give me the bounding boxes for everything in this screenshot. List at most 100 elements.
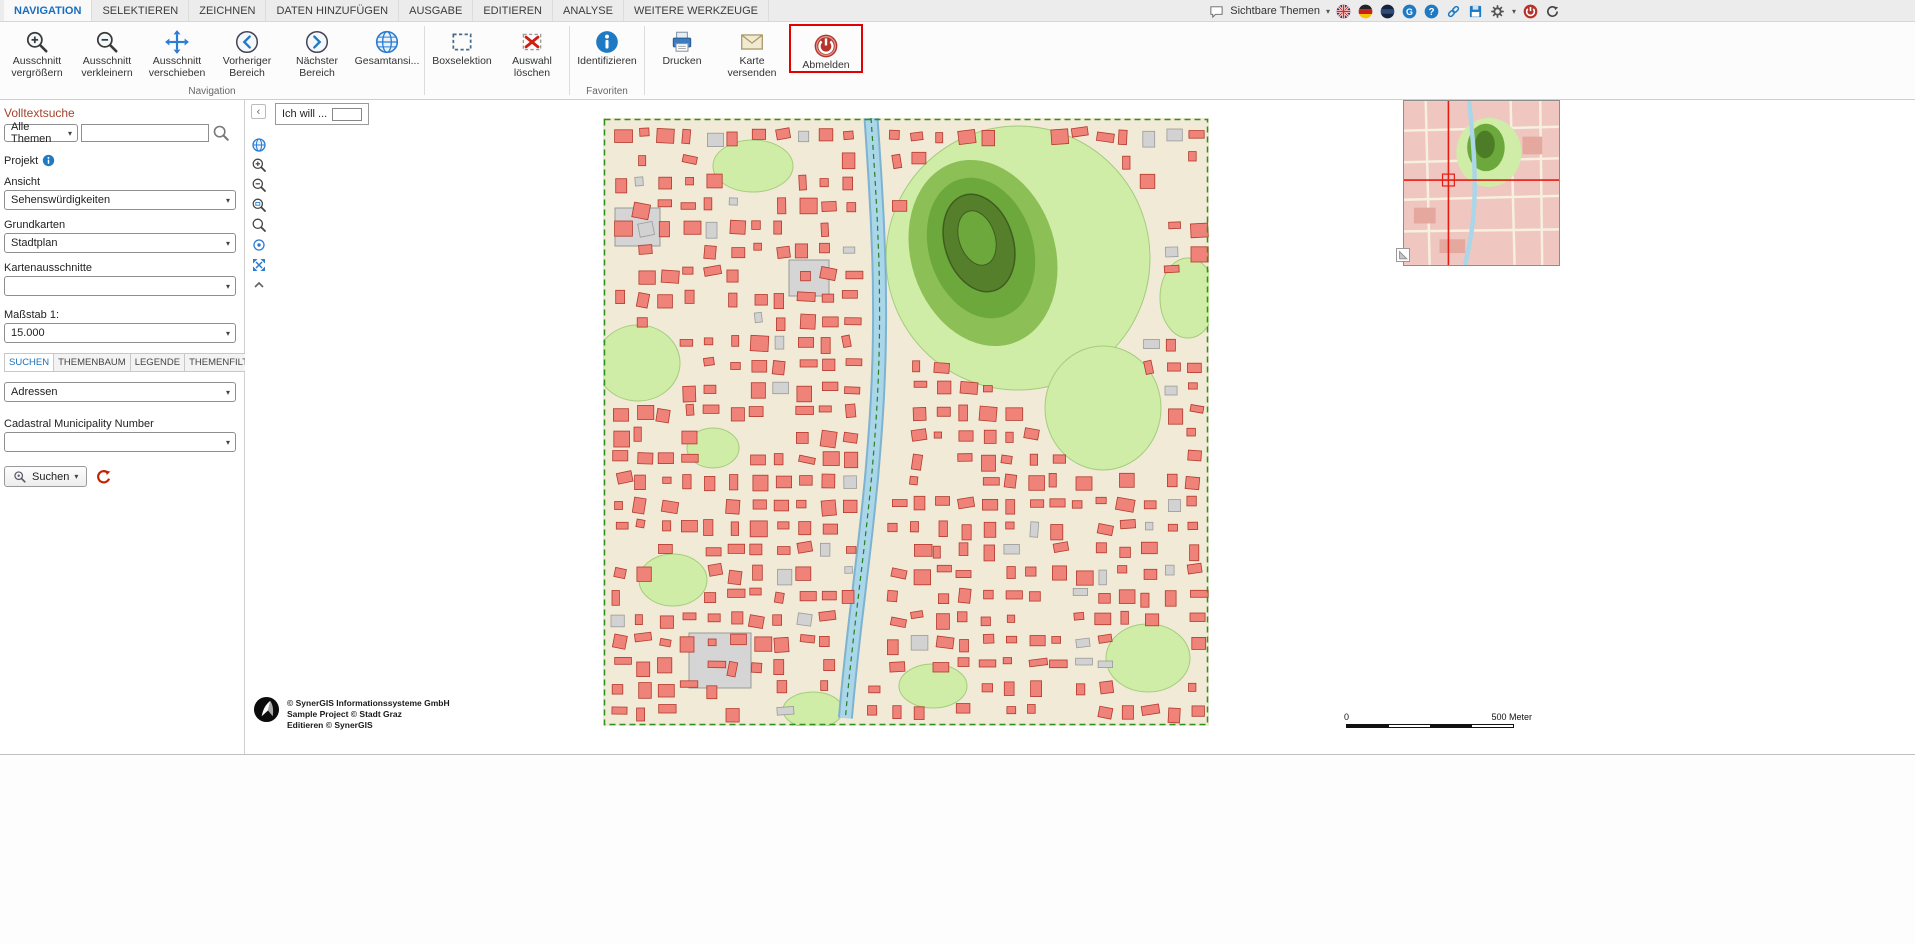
zoom-in-icon[interactable] (250, 156, 268, 174)
zoom-last-icon[interactable] (250, 216, 268, 234)
sidebar-collapse-button[interactable]: ‹ (251, 104, 266, 119)
full-extent-globe-icon[interactable] (250, 136, 268, 154)
logout-button[interactable]: Abmelden (791, 26, 861, 71)
uk-flag-icon[interactable] (1336, 3, 1352, 19)
collapse-up-icon[interactable] (250, 276, 268, 294)
chevron-down-icon: ▾ (226, 438, 230, 447)
previous-extent-icon (234, 28, 261, 55)
ansicht-select[interactable]: Sehenswürdigkeiten ▾ (4, 190, 236, 210)
german-flag-icon[interactable] (1358, 3, 1374, 19)
center-point-icon[interactable] (250, 236, 268, 254)
link-icon[interactable] (1446, 3, 1462, 19)
info-icon[interactable] (42, 154, 55, 167)
reset-search-icon[interactable] (95, 468, 113, 486)
kartenausschnitte-select[interactable]: ▾ (4, 276, 236, 296)
tab-legende[interactable]: LEGENDE (131, 353, 185, 372)
visible-themes-label[interactable]: Sichtbare Themen (1230, 5, 1320, 17)
zoom-box-icon[interactable] (250, 196, 268, 214)
button-label: verkleinern (81, 67, 132, 79)
print-button[interactable]: Drucken (647, 22, 717, 67)
city-map-image[interactable] (603, 118, 1209, 726)
expand-arrows-icon[interactable] (250, 256, 268, 274)
i-want-to-box[interactable]: Ich will ... (275, 103, 369, 125)
pan-button[interactable]: Ausschnitt verschieben (142, 22, 212, 79)
menu-tab-selektieren[interactable]: SELEKTIEREN (92, 0, 189, 21)
map-credits: © SynerGIS Informationssysteme GmbH Samp… (253, 696, 450, 731)
menu-tab-weitere-werkzeuge[interactable]: WEITERE WERKZEUGE (624, 0, 769, 21)
tab-suchen[interactable]: SUCHEN (4, 353, 54, 372)
menu-tab-ausgabe[interactable]: AUSGABE (399, 0, 473, 21)
chevron-down-icon: ▾ (74, 472, 78, 481)
map-viewport[interactable]: ‹ (245, 100, 1915, 754)
i-want-to-label: Ich will ... (282, 108, 327, 120)
power-icon (813, 32, 840, 59)
menu-tab-zeichnen[interactable]: ZEICHNEN (189, 0, 266, 21)
zoom-out-button[interactable]: Ausschnitt verkleinern (72, 22, 142, 79)
overview-resize-handle[interactable] (1396, 248, 1410, 262)
previous-extent-button[interactable]: Vorheriger Bereich (212, 22, 282, 79)
envelope-icon (739, 28, 766, 55)
zoom-in-button[interactable]: Ausschnitt vergrößern (2, 22, 72, 79)
scalebar-segment (1347, 725, 1389, 727)
comment-bubble-icon[interactable] (1208, 3, 1224, 19)
menu-tab-navigation[interactable]: NAVIGATION (4, 0, 92, 21)
fulltext-scope-select[interactable]: Alle Themen ▾ (4, 124, 78, 142)
button-label: Karte (739, 55, 764, 67)
group-label-navigation: Navigation (2, 86, 422, 97)
corner-triangle-icon (1397, 249, 1409, 261)
ansicht-value: Sehenswürdigkeiten (11, 194, 110, 206)
tab-themenbaum[interactable]: THEMENBAUM (54, 353, 131, 372)
clear-selection-icon (519, 28, 546, 55)
identify-button[interactable]: Identifizieren (572, 22, 642, 67)
grundkarten-select[interactable]: Stadtplan ▾ (4, 233, 236, 253)
menu-tab-analyse[interactable]: ANALYSE (553, 0, 624, 21)
send-map-button[interactable]: Karte versenden (717, 22, 787, 79)
field-label-grundkarten: Grundkarten (4, 219, 244, 231)
save-icon[interactable] (1468, 3, 1484, 19)
menubar: NAVIGATION SELEKTIEREN ZEICHNEN DATEN HI… (0, 0, 1915, 22)
button-label: Gesamtansi... (355, 55, 420, 67)
search-submit-row: Suchen ▾ (4, 466, 244, 487)
search-field-select[interactable]: ▾ (4, 432, 236, 452)
button-label: Ausschnitt (83, 55, 131, 67)
full-extent-button[interactable]: Gesamtansi... (352, 22, 422, 67)
scalebar-segment (1430, 725, 1472, 727)
box-selection-button[interactable]: Boxselektion (427, 22, 497, 67)
zoom-out-icon[interactable] (250, 176, 268, 194)
chevron-down-icon: ▾ (226, 196, 230, 205)
synergis-logo-icon (253, 696, 280, 723)
menu-tab-editieren[interactable]: EDITIEREN (473, 0, 553, 21)
chevron-down-icon[interactable]: ▾ (1326, 7, 1330, 16)
overview-map[interactable] (1403, 100, 1560, 266)
button-label: versenden (727, 67, 776, 79)
fulltext-search-label[interactable]: Volltextsuche (4, 106, 244, 120)
fulltext-scope-value: Alle Themen (11, 121, 59, 145)
button-label: Abmelden (802, 59, 849, 71)
globe-g-icon[interactable]: G (1402, 3, 1418, 19)
settings-gear-icon[interactable] (1490, 3, 1506, 19)
project-row: Projekt (4, 154, 244, 167)
massstab-select[interactable]: 15.000 ▾ (4, 323, 236, 343)
credit-line: © SynerGIS Informationssysteme GmbH (287, 698, 450, 709)
fulltext-search-input[interactable] (81, 124, 209, 142)
menu-tab-daten-hinzufuegen[interactable]: DATEN HINZUFÜGEN (266, 0, 399, 21)
toolbar-group-favoriten: Identifizieren Favoriten (572, 22, 642, 99)
dark-flag-icon[interactable] (1380, 3, 1396, 19)
credit-line: Editieren © SynerGIS (287, 720, 450, 731)
settings-chevron-down-icon[interactable]: ▾ (1512, 7, 1516, 16)
clear-selection-button[interactable]: Auswahl löschen (497, 22, 567, 79)
search-category-select[interactable]: Adressen ▾ (4, 382, 236, 402)
group-label-favoriten: Favoriten (572, 86, 642, 97)
history-refresh-icon[interactable] (1544, 3, 1560, 19)
i-want-to-input[interactable] (332, 108, 362, 121)
search-icon[interactable] (212, 124, 230, 142)
toolbar-group-output: Drucken Karte versenden (647, 22, 865, 99)
logout-power-icon[interactable] (1522, 3, 1538, 19)
help-icon[interactable]: ? (1424, 3, 1440, 19)
next-extent-button[interactable]: Nächster Bereich (282, 22, 352, 79)
field-label-massstab: Maßstab 1: (4, 309, 244, 321)
fulltext-search-row: Alle Themen ▾ (4, 124, 244, 142)
toolbar-separator (424, 26, 425, 95)
scalebar: 0 500 Meter (1344, 712, 1532, 734)
search-submit-button[interactable]: Suchen ▾ (4, 466, 87, 487)
